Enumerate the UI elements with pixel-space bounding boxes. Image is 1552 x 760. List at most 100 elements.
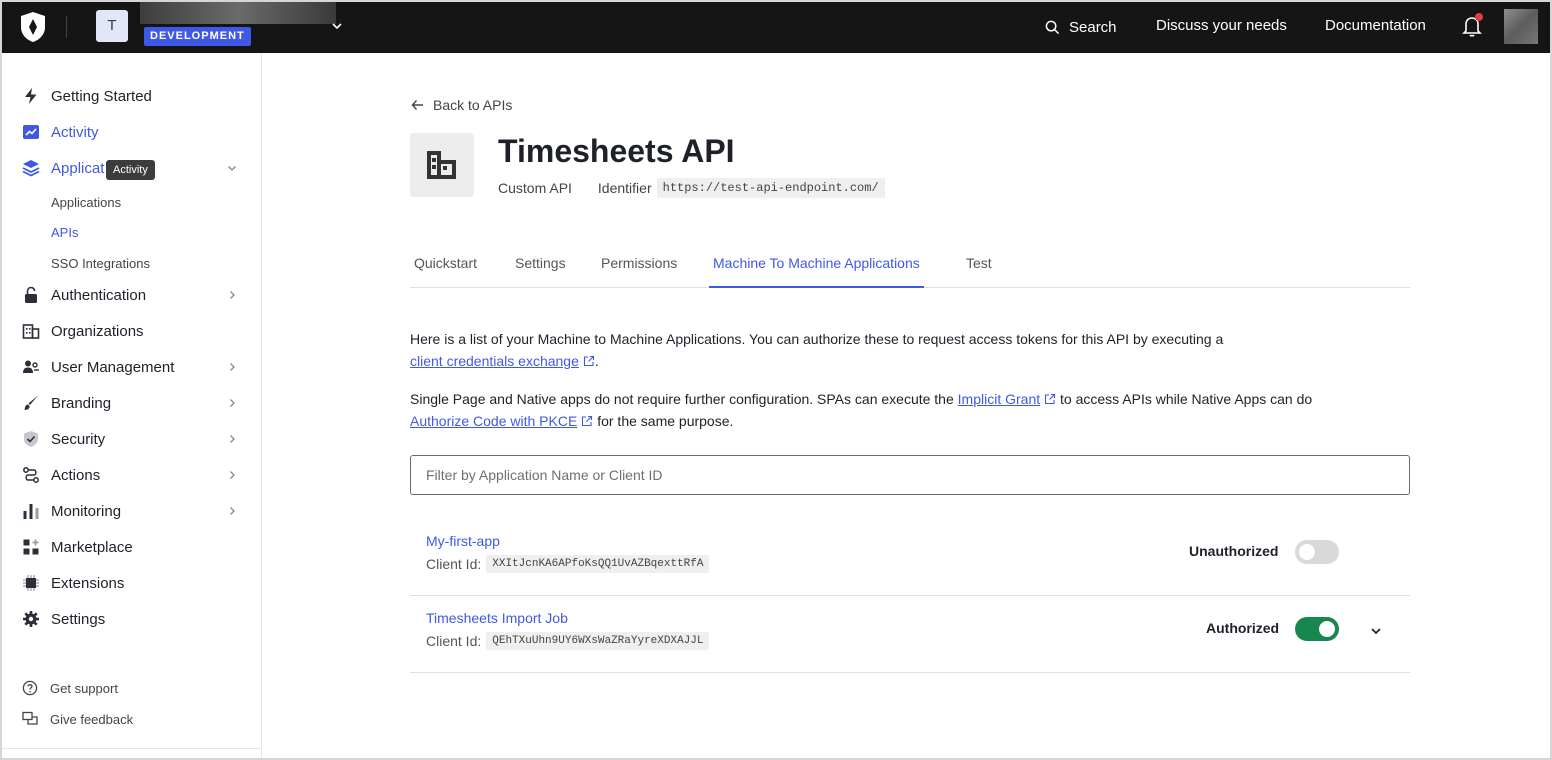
- search-icon: [1045, 20, 1060, 34]
- chevron-right-icon: [230, 507, 235, 515]
- spa-text-mid: to access APIs while Native Apps can do: [1060, 391, 1313, 407]
- bolt-icon: [25, 88, 37, 104]
- authorization-status: Unauthorized: [1189, 543, 1279, 559]
- chevron-right-icon: [230, 291, 235, 299]
- tab-quickstart[interactable]: Quickstart: [414, 255, 477, 288]
- sidebar-item-label: Actions: [51, 466, 101, 484]
- spa-text: Single Page and Native apps do not requi…: [410, 391, 954, 407]
- sidebar-item-marketplace[interactable]: Marketplace: [22, 535, 242, 559]
- sidebar-subitem-apis[interactable]: APIs: [51, 225, 78, 240]
- top-divider: [66, 16, 67, 38]
- authorize-toggle[interactable]: [1295, 540, 1339, 564]
- chevron-right-icon: [230, 435, 235, 443]
- intro-text: Here is a list of your Machine to Machin…: [410, 331, 1224, 347]
- back-to-apis-link[interactable]: Back to APIs: [411, 97, 512, 113]
- authorization-status: Authorized: [1206, 620, 1280, 636]
- search-button[interactable]: Search: [1045, 17, 1117, 37]
- sidebar-divider: [2, 748, 262, 749]
- external-link-icon: [583, 355, 594, 367]
- filter-input[interactable]: [410, 455, 1410, 495]
- tab-test[interactable]: Test: [966, 255, 992, 288]
- give-feedback-link[interactable]: Give feedback: [22, 709, 133, 729]
- users-icon: [23, 360, 39, 373]
- client-id-line: Client Id: QEhTXuUhn9UY6WXsWaZRaYyreXDXA…: [426, 632, 710, 650]
- tab-settings[interactable]: Settings: [515, 255, 566, 288]
- toggle-knob: [1299, 544, 1315, 560]
- sidebar-item-security[interactable]: Security: [22, 427, 242, 451]
- get-support-label: Get support: [50, 680, 118, 696]
- sidebar-item-authentication[interactable]: Authentication: [22, 283, 242, 307]
- brand-logo-icon[interactable]: [18, 11, 48, 43]
- documentation-link[interactable]: Documentation: [1325, 17, 1426, 34]
- app-name-link[interactable]: My-first-app: [426, 533, 500, 549]
- sidebar-item-organizations[interactable]: Organizations: [22, 319, 242, 343]
- sidebar-item-label: Getting Started: [51, 87, 152, 105]
- feedback-icon: [22, 711, 38, 725]
- tenant-name-redacted[interactable]: [140, 2, 336, 24]
- back-link-label: Back to APIs: [433, 97, 513, 113]
- implicit-grant-link-label: Implicit Grant: [957, 391, 1041, 407]
- give-feedback-label: Give feedback: [50, 711, 134, 727]
- sidebar-item-extensions[interactable]: Extensions: [22, 571, 242, 595]
- tenant-avatar[interactable]: T: [96, 10, 128, 42]
- sidebar-item-branding[interactable]: Branding: [22, 391, 242, 415]
- list-item: My-first-app Client Id: XXItJcnKA6APfoKs…: [410, 519, 1410, 596]
- api-meta: Custom API Identifier https://test-api-e…: [498, 178, 885, 198]
- client-id-line: Client Id: XXItJcnKA6APfoKsQQ1UvAZBqextt…: [426, 555, 710, 573]
- chip-icon: [23, 575, 39, 591]
- expand-chevron-down-icon[interactable]: [1369, 624, 1383, 638]
- shield-icon: [24, 431, 38, 447]
- authorize-code-pkce-link[interactable]: Authorize Code with PKCE: [410, 413, 577, 429]
- sidebar-subitem-sso-integrations[interactable]: SSO Integrations: [51, 256, 150, 271]
- help-circle-icon: [22, 680, 38, 696]
- chevron-right-icon: [230, 399, 235, 407]
- sidebar-item-label: Applicat: [51, 159, 105, 177]
- toggle-knob: [1319, 621, 1335, 637]
- layers-icon: [22, 160, 40, 177]
- arrow-left-icon: [411, 100, 423, 110]
- user-avatar[interactable]: [1504, 9, 1538, 44]
- get-support-link[interactable]: Get support: [22, 678, 118, 698]
- api-type: Custom API: [498, 180, 572, 196]
- implicit-grant-link[interactable]: Implicit Grant: [958, 391, 1040, 407]
- app-name-link[interactable]: Timesheets Import Job: [426, 610, 568, 626]
- client-id-value: QEhTXuUhn9UY6WXsWaZRaYyreXDXAJJL: [486, 632, 710, 650]
- chevron-down-icon[interactable]: [226, 162, 238, 174]
- authorize-toggle[interactable]: [1295, 617, 1339, 641]
- sidebar-item-monitoring[interactable]: Monitoring: [22, 499, 242, 523]
- identifier-label: Identifier: [597, 180, 652, 196]
- sidebar-item-user-management[interactable]: User Management: [22, 355, 242, 379]
- gear-icon: [23, 611, 39, 627]
- activity-chart-icon: [23, 125, 39, 139]
- tenant-chevron-down-icon[interactable]: [330, 19, 344, 33]
- sidebar: Getting Started Activity Applicat Activi…: [2, 53, 262, 758]
- chevron-right-icon: [230, 363, 235, 371]
- tab-permissions[interactable]: Permissions: [601, 255, 677, 288]
- sidebar-item-settings[interactable]: Settings: [22, 607, 242, 631]
- notification-dot: [1475, 13, 1483, 21]
- spa-text-end: for the same purpose.: [597, 413, 734, 429]
- intro-paragraph: Here is a list of your Machine to Machin…: [410, 328, 1400, 372]
- marketplace-icon: [23, 539, 39, 555]
- client-credentials-link[interactable]: client credentials exchange: [410, 353, 579, 369]
- sidebar-item-activity[interactable]: Activity: [22, 120, 242, 144]
- sidebar-item-label: Activity: [51, 123, 99, 141]
- main-content: Back to APIs Timesheets API Custom API I…: [263, 53, 1550, 758]
- sidebar-item-actions[interactable]: Actions: [22, 463, 242, 487]
- sidebar-item-getting-started[interactable]: Getting Started: [22, 84, 242, 108]
- brush-icon: [24, 395, 38, 410]
- api-icon: [410, 133, 474, 197]
- top-bar: T DEVELOPMENT Search Discuss your needs …: [2, 2, 1550, 53]
- tab-machine-to-machine-applications[interactable]: Machine To Machine Applications: [709, 255, 924, 288]
- actions-flow-icon: [23, 467, 39, 483]
- client-credentials-link-label: client credentials exchange: [410, 353, 579, 369]
- sidebar-subitem-applications[interactable]: Applications: [51, 195, 121, 210]
- lock-icon: [25, 286, 37, 303]
- client-id-label: Client Id:: [426, 633, 482, 649]
- external-link-icon: [582, 415, 593, 427]
- sidebar-item-label: Organizations: [51, 322, 144, 340]
- page-title: Timesheets API: [498, 133, 735, 169]
- discuss-needs-link[interactable]: Discuss your needs: [1156, 17, 1287, 34]
- bar-chart-icon: [23, 504, 39, 519]
- building-icon: [427, 151, 456, 179]
